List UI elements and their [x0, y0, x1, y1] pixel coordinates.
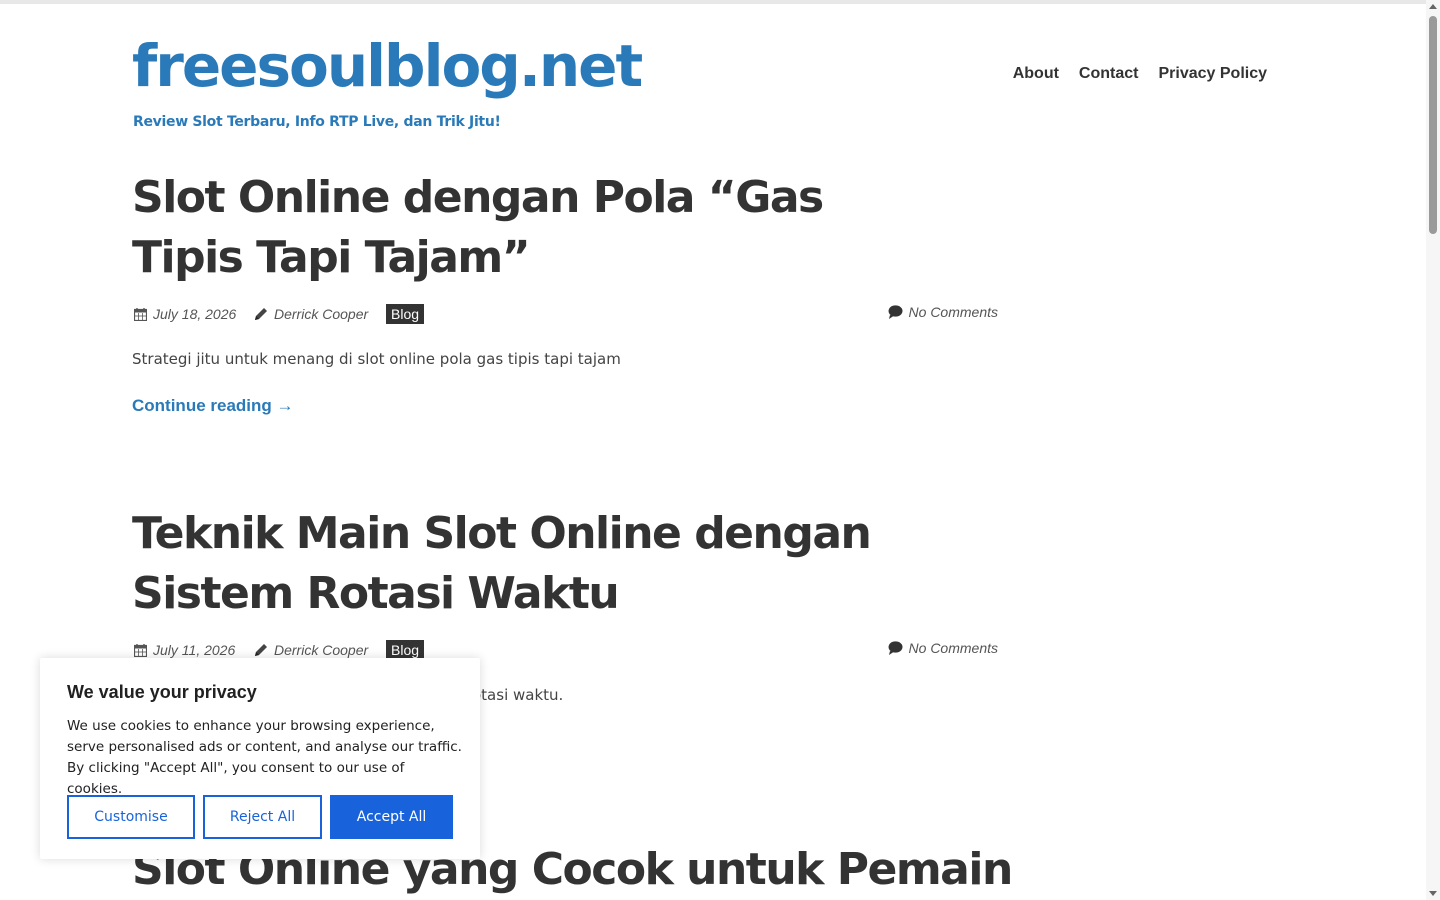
- pencil-icon: [254, 307, 268, 321]
- comment-icon: [888, 641, 903, 655]
- cookie-banner-text: We use cookies to enhance your browsing …: [67, 718, 462, 797]
- post-date-text[interactable]: July 18, 2026: [153, 306, 236, 322]
- post-author: Derrick Cooper: [254, 642, 368, 658]
- post-title-link[interactable]: Teknik Main Slot Online dengan Sistem Ro…: [132, 504, 912, 624]
- nav-item-privacy-policy[interactable]: Privacy Policy: [1158, 64, 1267, 84]
- post-date-text[interactable]: July 11, 2026: [153, 642, 235, 658]
- post-author-link[interactable]: Derrick Cooper: [274, 642, 368, 658]
- post-date: July 18, 2026: [134, 306, 236, 322]
- post-comments[interactable]: No Comments: [888, 304, 998, 320]
- post-comments[interactable]: No Comments: [888, 640, 998, 656]
- nav-item-contact[interactable]: Contact: [1079, 64, 1139, 84]
- scrollbar-thumb[interactable]: [1429, 16, 1437, 234]
- main-nav: About Contact Privacy Policy: [1013, 64, 1267, 84]
- post-date: July 11, 2026: [134, 642, 235, 658]
- post-meta: July 18, 2026 Derrick Cooper Blog No Com…: [132, 304, 998, 326]
- cookie-banner-title: We value your privacy: [67, 682, 257, 702]
- reject-all-button[interactable]: Reject All: [203, 795, 322, 839]
- post-title-link[interactable]: Slot Online dengan Pola “Gas Tipis Tapi …: [132, 168, 912, 288]
- post-1: Slot Online dengan Pola “Gas Tipis Tapi …: [132, 168, 998, 416]
- scroll-down-icon[interactable]: [1429, 891, 1437, 896]
- comments-link[interactable]: No Comments: [909, 640, 998, 656]
- scroll-up-icon[interactable]: [1429, 4, 1437, 9]
- continue-reading-link[interactable]: Continue reading →: [132, 396, 294, 416]
- pencil-icon: [254, 643, 268, 657]
- calendar-icon: [134, 307, 147, 321]
- cookie-consent-banner: We value your privacy We use cookies to …: [40, 658, 480, 859]
- comments-link[interactable]: No Comments: [909, 304, 998, 320]
- accept-all-button[interactable]: Accept All: [330, 795, 453, 839]
- category-badge[interactable]: Blog: [386, 640, 425, 660]
- post-author: Derrick Cooper: [254, 306, 368, 322]
- page-scrollbar[interactable]: [1426, 0, 1440, 900]
- comment-icon: [888, 305, 903, 319]
- nav-item-about[interactable]: About: [1013, 64, 1059, 84]
- post-excerpt: Strategi jitu untuk menang di slot onlin…: [132, 350, 621, 368]
- customise-button[interactable]: Customise: [67, 795, 195, 839]
- site-title-link[interactable]: freesoulblog.net: [132, 28, 643, 104]
- calendar-icon: [134, 643, 147, 657]
- site-tagline: Review Slot Terbaru, Info RTP Live, dan …: [133, 114, 501, 130]
- post-author-link[interactable]: Derrick Cooper: [274, 306, 368, 322]
- category-badge[interactable]: Blog: [386, 304, 425, 324]
